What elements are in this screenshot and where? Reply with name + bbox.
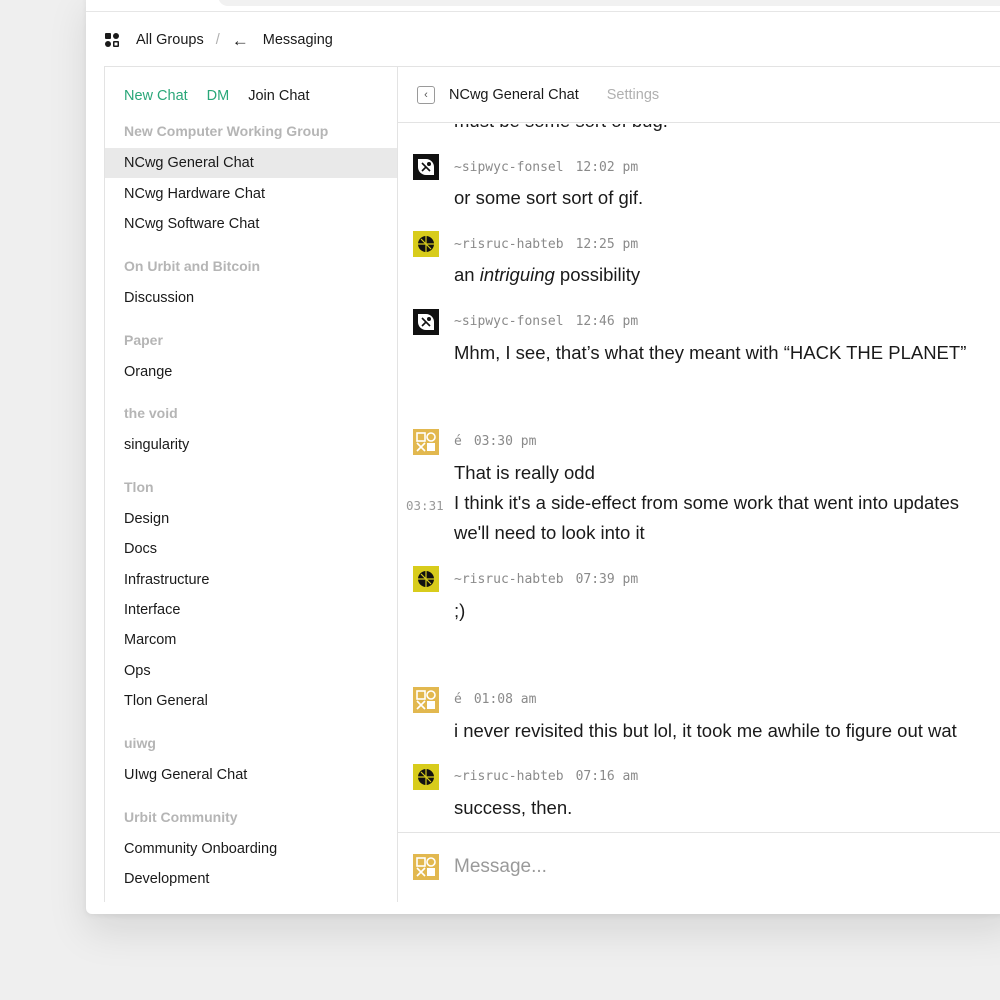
sidebar-item-design[interactable]: Design [105, 504, 397, 534]
message-time: 12:02 pm [575, 160, 639, 175]
message-time: 07:16 am [575, 769, 639, 784]
group-heading: New Computer Working Group [124, 123, 329, 139]
breadcrumb-current: Messaging [262, 32, 333, 48]
avatar-sigil-yellow-icon[interactable] [413, 764, 439, 790]
chat-title: NCwg General Chat [449, 86, 579, 103]
group-heading: uiwg [124, 735, 156, 751]
tab-settings[interactable]: Settings [607, 87, 659, 103]
chat-header: ‹ NCwg General Chat Settings [398, 67, 1000, 123]
breadcrumb-separator: / [215, 32, 220, 48]
avatar-sigil-gold-icon[interactable] [413, 854, 439, 880]
message-list[interactable]: must be some sort of bug. ~sipwyc-fonsel… [398, 124, 1000, 832]
message-text: Mhm, I see, that’s what they meant with … [454, 342, 967, 363]
sidebar-item-discussion[interactable]: Discussion [105, 283, 397, 313]
message-text: I think it's a side-effect from some wor… [454, 492, 959, 513]
message-text: i never revisited this but lol, it took … [454, 720, 957, 741]
sidebar-item-marcom[interactable]: Marcom [105, 625, 397, 655]
message-meta: ~risruc-habteb 07:39 pm [454, 572, 638, 587]
message-time: 12:46 pm [575, 314, 639, 329]
group-heading: Urbit Community [124, 809, 238, 825]
message-text: ;) [454, 600, 466, 621]
message-author[interactable]: é [454, 692, 462, 707]
sidebar-item-tlon-general[interactable]: Tlon General [105, 686, 397, 716]
group-heading: On Urbit and Bitcoin [124, 258, 261, 274]
message-meta: é 01:08 am [454, 692, 536, 707]
group-heading: the void [124, 405, 178, 421]
message-time: 07:39 pm [575, 572, 639, 587]
message-meta: ~risruc-habteb 12:25 pm [454, 237, 638, 252]
message-text: or some sort sort of gif. [454, 187, 644, 208]
join-chat-button[interactable]: Join Chat [248, 88, 309, 104]
message-meta: é 03:30 pm [454, 434, 536, 449]
message-text: we'll need to look into it [454, 522, 645, 543]
new-chat-button[interactable]: New Chat [124, 88, 188, 104]
sidebar: New Chat DM Join Chat New Computer Worki… [105, 67, 398, 902]
group-heading: Tlon [124, 479, 154, 495]
sidebar-item-ops[interactable]: Ops [105, 656, 397, 686]
message-author[interactable]: ~risruc-habteb [454, 237, 564, 252]
message-author[interactable]: ~sipwyc-fonsel [454, 160, 564, 175]
message-text: success, then. [454, 797, 573, 818]
breadcrumb: All Groups / ← Messaging [104, 28, 333, 52]
sidebar-item-interface[interactable]: Interface [105, 595, 397, 625]
dm-button[interactable]: DM [207, 88, 230, 104]
message-author[interactable]: é [454, 434, 462, 449]
message-text: an intriguing possibility [454, 264, 641, 285]
message-meta: ~sipwyc-fonsel 12:46 pm [454, 314, 638, 329]
sidebar-item-development[interactable]: Development [105, 864, 397, 894]
avatar-sigil-yellow-icon[interactable] [413, 566, 439, 592]
address-bar-edge[interactable] [218, 0, 1000, 6]
sidebar-item-community-onboarding[interactable]: Community Onboarding [105, 834, 397, 864]
avatar-sigil-gold-icon[interactable] [413, 429, 439, 455]
sidebar-item-singularity[interactable]: singularity [105, 430, 397, 460]
message-side-time: 03:31 [406, 498, 444, 513]
browser-toolbar-strip [86, 0, 1000, 12]
chevron-left-icon[interactable]: ‹ [417, 85, 435, 104]
message-text: must be some sort of bug. [454, 124, 668, 132]
sidebar-actions: New Chat DM Join Chat [124, 88, 329, 104]
message-time: 12:25 pm [575, 237, 639, 252]
app-window: All Groups / ← Messaging New Chat DM Joi… [86, 0, 1000, 914]
message-meta: ~risruc-habteb 07:16 am [454, 769, 638, 784]
message-author[interactable]: ~risruc-habteb [454, 769, 564, 784]
sidebar-item-ncwg-general-chat[interactable]: NCwg General Chat [105, 148, 397, 178]
message-time: 01:08 am [473, 692, 537, 707]
sidebar-item-ncwg-software-chat[interactable]: NCwg Software Chat [105, 209, 397, 239]
breadcrumb-all-groups[interactable]: All Groups [136, 32, 204, 48]
chat-pane: ‹ NCwg General Chat Settings must be som… [398, 67, 1000, 902]
back-arrow-icon[interactable]: ← [232, 32, 249, 49]
group-heading: Paper [124, 332, 163, 348]
message-text: That is really odd [454, 462, 595, 483]
message-author[interactable]: ~risruc-habteb [454, 572, 564, 587]
avatar-sigil-gold-icon[interactable] [413, 687, 439, 713]
message-composer [398, 832, 1000, 902]
message-time: 03:30 pm [473, 434, 537, 449]
emphasis-text: intriguing [479, 264, 555, 285]
sidebar-item-uiwg-general-chat[interactable]: UIwg General Chat [105, 760, 397, 790]
sidebar-item-infrastructure[interactable]: Infrastructure [105, 565, 397, 595]
avatar-sigil-yellow-icon[interactable] [413, 231, 439, 257]
sidebar-item-docs[interactable]: Docs [105, 534, 397, 564]
messaging-frame: New Chat DM Join Chat New Computer Worki… [104, 66, 1000, 902]
message-author[interactable]: ~sipwyc-fonsel [454, 314, 564, 329]
avatar-sigil-black-icon[interactable] [413, 154, 439, 180]
message-input[interactable] [454, 853, 974, 881]
sidebar-item-ncwg-hardware-chat[interactable]: NCwg Hardware Chat [105, 179, 397, 209]
sidebar-item-orange[interactable]: Orange [105, 357, 397, 387]
avatar-sigil-black-icon[interactable] [413, 309, 439, 335]
message-meta: ~sipwyc-fonsel 12:02 pm [454, 160, 638, 175]
app-logo-icon[interactable] [104, 32, 120, 48]
